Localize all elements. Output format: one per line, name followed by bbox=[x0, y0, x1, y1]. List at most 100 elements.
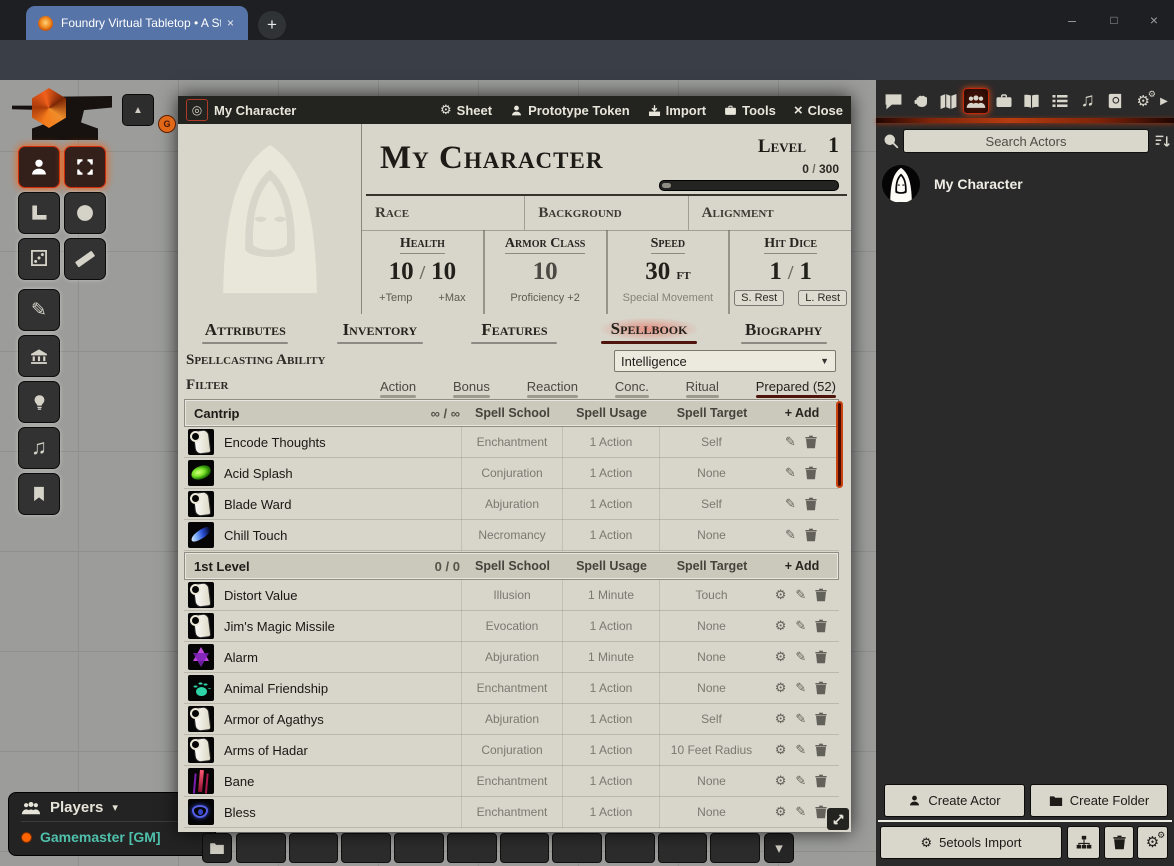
prepare-spell-icon[interactable]: ⚙ bbox=[775, 587, 787, 603]
spell-row[interactable]: Blade Ward Abjuration 1 Action Self ✎ bbox=[184, 489, 839, 520]
actor-avatar[interactable] bbox=[882, 165, 920, 203]
edit-spell-icon[interactable]: ✎ bbox=[795, 618, 806, 634]
walls-tool[interactable] bbox=[18, 335, 60, 377]
delete-spell-icon[interactable] bbox=[805, 496, 817, 512]
filter-prepared[interactable]: Prepared (52) bbox=[756, 379, 836, 398]
prepare-spell-icon[interactable]: ⚙ bbox=[775, 773, 787, 789]
players-header[interactable]: Players ▾ bbox=[21, 799, 203, 822]
long-rest-button[interactable]: L. Rest bbox=[798, 290, 847, 306]
spell-icon[interactable] bbox=[188, 429, 214, 455]
spell-row[interactable]: Alarm Abjuration 1 Minute None ⚙✎ bbox=[184, 642, 839, 673]
prepare-spell-icon[interactable]: ⚙ bbox=[775, 711, 787, 727]
macro-slot[interactable] bbox=[341, 833, 391, 863]
spell-name[interactable]: Arms of Hadar bbox=[224, 743, 308, 758]
macro-slot[interactable] bbox=[447, 833, 497, 863]
tab-scenes[interactable] bbox=[936, 88, 962, 114]
select-targets-tool[interactable] bbox=[64, 146, 106, 188]
spell-row[interactable]: Chill Touch Necromancy 1 Action None ✎ bbox=[184, 520, 839, 551]
edit-spell-icon[interactable]: ✎ bbox=[795, 804, 806, 820]
tab-close-icon[interactable]: × bbox=[227, 16, 234, 30]
sheet-config-button[interactable]: ⚙ Sheet bbox=[440, 102, 492, 118]
spell-row[interactable]: Encode Thoughts Enchantment 1 Action Sel… bbox=[184, 427, 839, 458]
spell-name[interactable]: Bless bbox=[224, 805, 256, 820]
filter-concentration[interactable]: Conc. bbox=[615, 379, 649, 398]
tab-tables[interactable] bbox=[1047, 88, 1073, 114]
edit-spell-icon[interactable]: ✎ bbox=[795, 711, 806, 727]
spell-row[interactable]: Bless Enchantment 1 Action None ⚙✎ bbox=[184, 797, 839, 828]
spell-row[interactable]: Bane Enchantment 1 Action None ⚙✎ bbox=[184, 766, 839, 797]
spell-name[interactable]: Animal Friendship bbox=[224, 681, 328, 696]
prepare-spell-icon[interactable]: ⚙ bbox=[775, 804, 787, 820]
tab-chat[interactable] bbox=[880, 88, 906, 114]
search-input[interactable] bbox=[903, 129, 1149, 153]
spell-row[interactable]: Animal Friendship Enchantment 1 Action N… bbox=[184, 673, 839, 704]
import-button[interactable]: Import bbox=[648, 103, 706, 118]
actor-list-item[interactable]: My Character bbox=[876, 164, 1174, 204]
macro-slot[interactable] bbox=[500, 833, 550, 863]
add-spell-button[interactable]: +Add bbox=[764, 559, 840, 573]
measure-tool[interactable] bbox=[18, 192, 60, 234]
edit-spell-icon[interactable]: ✎ bbox=[795, 649, 806, 665]
speed-stat[interactable]: Speed 30 ft Special Movement bbox=[606, 230, 729, 314]
delete-spell-icon[interactable] bbox=[815, 773, 827, 789]
spell-list-scrollbar[interactable] bbox=[836, 401, 843, 488]
collapse-controls-button[interactable]: ▲ bbox=[122, 94, 154, 126]
character-sheet-window[interactable]: ◎ My Character ⚙ Sheet Prototype Token I… bbox=[178, 96, 851, 832]
delete-spell-icon[interactable] bbox=[815, 587, 827, 603]
tab-combat[interactable] bbox=[908, 88, 934, 114]
health-stat[interactable]: Health 10/10 +Temp+Max bbox=[362, 230, 483, 314]
spell-icon[interactable] bbox=[188, 706, 214, 732]
spell-name[interactable]: Chill Touch bbox=[224, 528, 287, 543]
spell-name[interactable]: Encode Thoughts bbox=[224, 435, 326, 450]
character-portrait[interactable] bbox=[178, 124, 362, 314]
edit-spell-icon[interactable]: ✎ bbox=[795, 587, 806, 603]
tab-attributes[interactable]: Attributes bbox=[178, 314, 313, 348]
prototype-token-button[interactable]: Prototype Token bbox=[510, 103, 630, 118]
edit-spell-icon[interactable]: ✎ bbox=[785, 496, 796, 512]
tab-inventory[interactable]: Inventory bbox=[313, 314, 448, 348]
prepare-spell-icon[interactable]: ⚙ bbox=[775, 618, 787, 634]
spell-row[interactable]: Acid Splash Conjuration 1 Action None ✎ bbox=[184, 458, 839, 489]
spell-slots[interactable]: 0 / 0 bbox=[360, 559, 460, 574]
spell-name[interactable]: Acid Splash bbox=[224, 466, 293, 481]
delete-spell-icon[interactable] bbox=[815, 742, 827, 758]
spell-icon[interactable] bbox=[188, 799, 214, 825]
prepare-spell-icon[interactable]: ⚙ bbox=[775, 680, 787, 696]
tab-biography[interactable]: Biography bbox=[716, 314, 851, 348]
notes-tool[interactable] bbox=[18, 473, 60, 515]
alignment-field[interactable]: Alignment bbox=[688, 196, 851, 230]
sheet-title-bar[interactable]: ◎ My Character ⚙ Sheet Prototype Token I… bbox=[178, 96, 851, 124]
armor-class-stat[interactable]: Armor Class 10 Proficiency +2 bbox=[483, 230, 606, 314]
hit-dice-stat[interactable]: Hit Dice 1/1 S. Rest L. Rest bbox=[728, 230, 851, 314]
window-minimize-button[interactable]: – bbox=[1058, 8, 1086, 32]
macro-slot[interactable] bbox=[236, 833, 286, 863]
tab-spellbook[interactable]: Spellbook bbox=[582, 314, 717, 348]
5etools-import-button[interactable]: ⚙ 5etools Import bbox=[880, 826, 1062, 859]
filter-reaction[interactable]: Reaction bbox=[527, 379, 578, 398]
macro-slot[interactable] bbox=[552, 833, 602, 863]
browser-tab[interactable]: Foundry Virtual Tabletop • A Stan × bbox=[26, 6, 248, 40]
spell-name[interactable]: Jim's Magic Missile bbox=[224, 619, 335, 634]
filter-action[interactable]: Action bbox=[380, 379, 416, 398]
spell-icon[interactable] bbox=[188, 613, 214, 639]
tab-compendium[interactable] bbox=[1102, 88, 1128, 114]
tab-settings[interactable]: ⚙⚙ bbox=[1130, 88, 1156, 114]
delete-all-button[interactable] bbox=[1104, 826, 1134, 859]
add-spell-button[interactable]: +Add bbox=[764, 406, 840, 420]
resize-handle[interactable] bbox=[827, 808, 849, 830]
edit-spell-icon[interactable]: ✎ bbox=[785, 527, 796, 543]
delete-spell-icon[interactable] bbox=[815, 711, 827, 727]
spell-slots[interactable]: ∞ / ∞ bbox=[360, 406, 460, 421]
spell-icon[interactable] bbox=[188, 644, 214, 670]
macro-slot[interactable] bbox=[289, 833, 339, 863]
settings-button[interactable]: ⚙⚙ bbox=[1137, 826, 1168, 859]
spell-row[interactable]: Jim's Magic Missile Evocation 1 Action N… bbox=[184, 611, 839, 642]
sort-filter-icon[interactable] bbox=[1154, 133, 1171, 150]
character-name[interactable]: My Character bbox=[380, 140, 603, 177]
edit-spell-icon[interactable]: ✎ bbox=[795, 742, 806, 758]
tab-items[interactable] bbox=[991, 88, 1017, 114]
window-close-button[interactable]: × bbox=[1140, 8, 1168, 32]
spell-icon[interactable] bbox=[188, 675, 214, 701]
spell-icon[interactable] bbox=[188, 768, 214, 794]
drawing-tools[interactable]: ✎ bbox=[18, 289, 60, 331]
